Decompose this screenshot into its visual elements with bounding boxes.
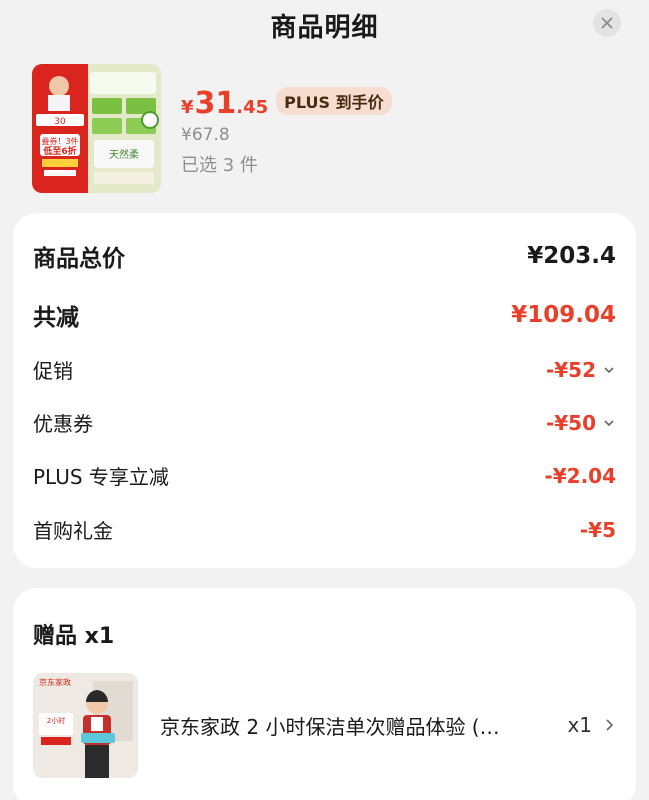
close-button[interactable]: [593, 9, 621, 37]
plus-discount-label: PLUS 专享立减: [33, 465, 169, 489]
coupon-value-wrap: -¥50: [546, 411, 616, 435]
price-integer: 31: [194, 86, 237, 121]
product-image-art: 30 叠券！3件 低至6折 天然柔: [32, 64, 161, 193]
coupon-value: -¥50: [545, 410, 596, 435]
gift-image-art: 京东家政 2小时: [33, 672, 138, 778]
chevron-right-icon: [606, 719, 614, 731]
promotion-label: 促销: [33, 359, 73, 383]
total-discount-label: 共减: [33, 305, 79, 331]
total-discount-row: 共减 ¥109.04: [33, 298, 616, 332]
plus-price-badge: PLUS 到手价: [276, 87, 392, 115]
promo-sub-text: 低至6折: [42, 145, 76, 157]
promo-text: 30: [54, 117, 66, 127]
chevron-down-icon: [604, 366, 614, 373]
plus-discount-row: PLUS 专享立减 -¥2.04: [33, 461, 616, 490]
total-price-value: ¥203.4: [527, 243, 616, 269]
gift-item[interactable]: 京东家政 2小时 京东家政 2 小时保洁单次赠品体验 (… x1: [33, 671, 616, 779]
product-summary: 30 叠券！3件 低至6折 天然柔 ¥ 31 .45 PLUS 到手价 ¥67.…: [32, 64, 622, 194]
selected-count: 已选 3 件: [181, 155, 258, 176]
total-price-label: 商品总价: [33, 246, 125, 272]
gift-quantity: x1: [567, 713, 592, 737]
product-info: ¥ 31 .45 PLUS 到手价 ¥67.8 已选 3 件: [181, 64, 392, 194]
coupon-label: 优惠券: [33, 412, 93, 436]
price-row: ¥ 31 .45 PLUS 到手价: [181, 86, 392, 121]
gift-brand-text: 京东家政: [39, 677, 71, 687]
price-decimal: .45: [236, 97, 269, 118]
coupon-row[interactable]: 优惠券 -¥50: [33, 408, 616, 437]
promotion-row[interactable]: 促销 -¥52: [33, 355, 616, 384]
close-icon: [601, 17, 613, 29]
price-symbol: ¥: [181, 97, 194, 118]
gift-name: 京东家政 2 小时保洁单次赠品体验 (…: [160, 714, 500, 739]
promo-main-text: 叠券！3件: [41, 136, 78, 146]
total-price-row: 商品总价 ¥203.4: [33, 239, 616, 273]
product-image[interactable]: 30 叠券！3件 低至6折 天然柔: [32, 64, 161, 193]
first-purchase-label: 首购礼金: [33, 519, 113, 543]
price-breakdown-card: 商品总价 ¥203.4 共减 ¥109.04 促销 -¥52 优惠券 -¥50 …: [13, 213, 636, 568]
brand-text: 天然柔: [109, 148, 139, 161]
gift-badge-text: 2小时: [47, 716, 65, 725]
gift-card: 赠品 x1 京东家政 2小时 京东家政 2 小时保洁单次赠品体验 (… x1: [13, 588, 636, 800]
total-discount-value: ¥109.04: [511, 302, 616, 328]
first-purchase-row: 首购礼金 -¥5: [33, 515, 616, 544]
promotion-value: -¥52: [545, 357, 596, 382]
promotion-value-wrap: -¥52: [546, 358, 616, 382]
chevron-down-icon: [604, 419, 614, 426]
gift-title: 赠品 x1: [33, 624, 115, 649]
plus-discount-value: -¥2.04: [544, 463, 616, 488]
gift-image: 京东家政 2小时: [33, 672, 138, 778]
first-purchase-value: -¥5: [579, 517, 616, 542]
original-price: ¥67.8: [181, 125, 230, 145]
page-title: 商品明细: [270, 12, 379, 43]
header: 商品明细: [0, 0, 649, 50]
